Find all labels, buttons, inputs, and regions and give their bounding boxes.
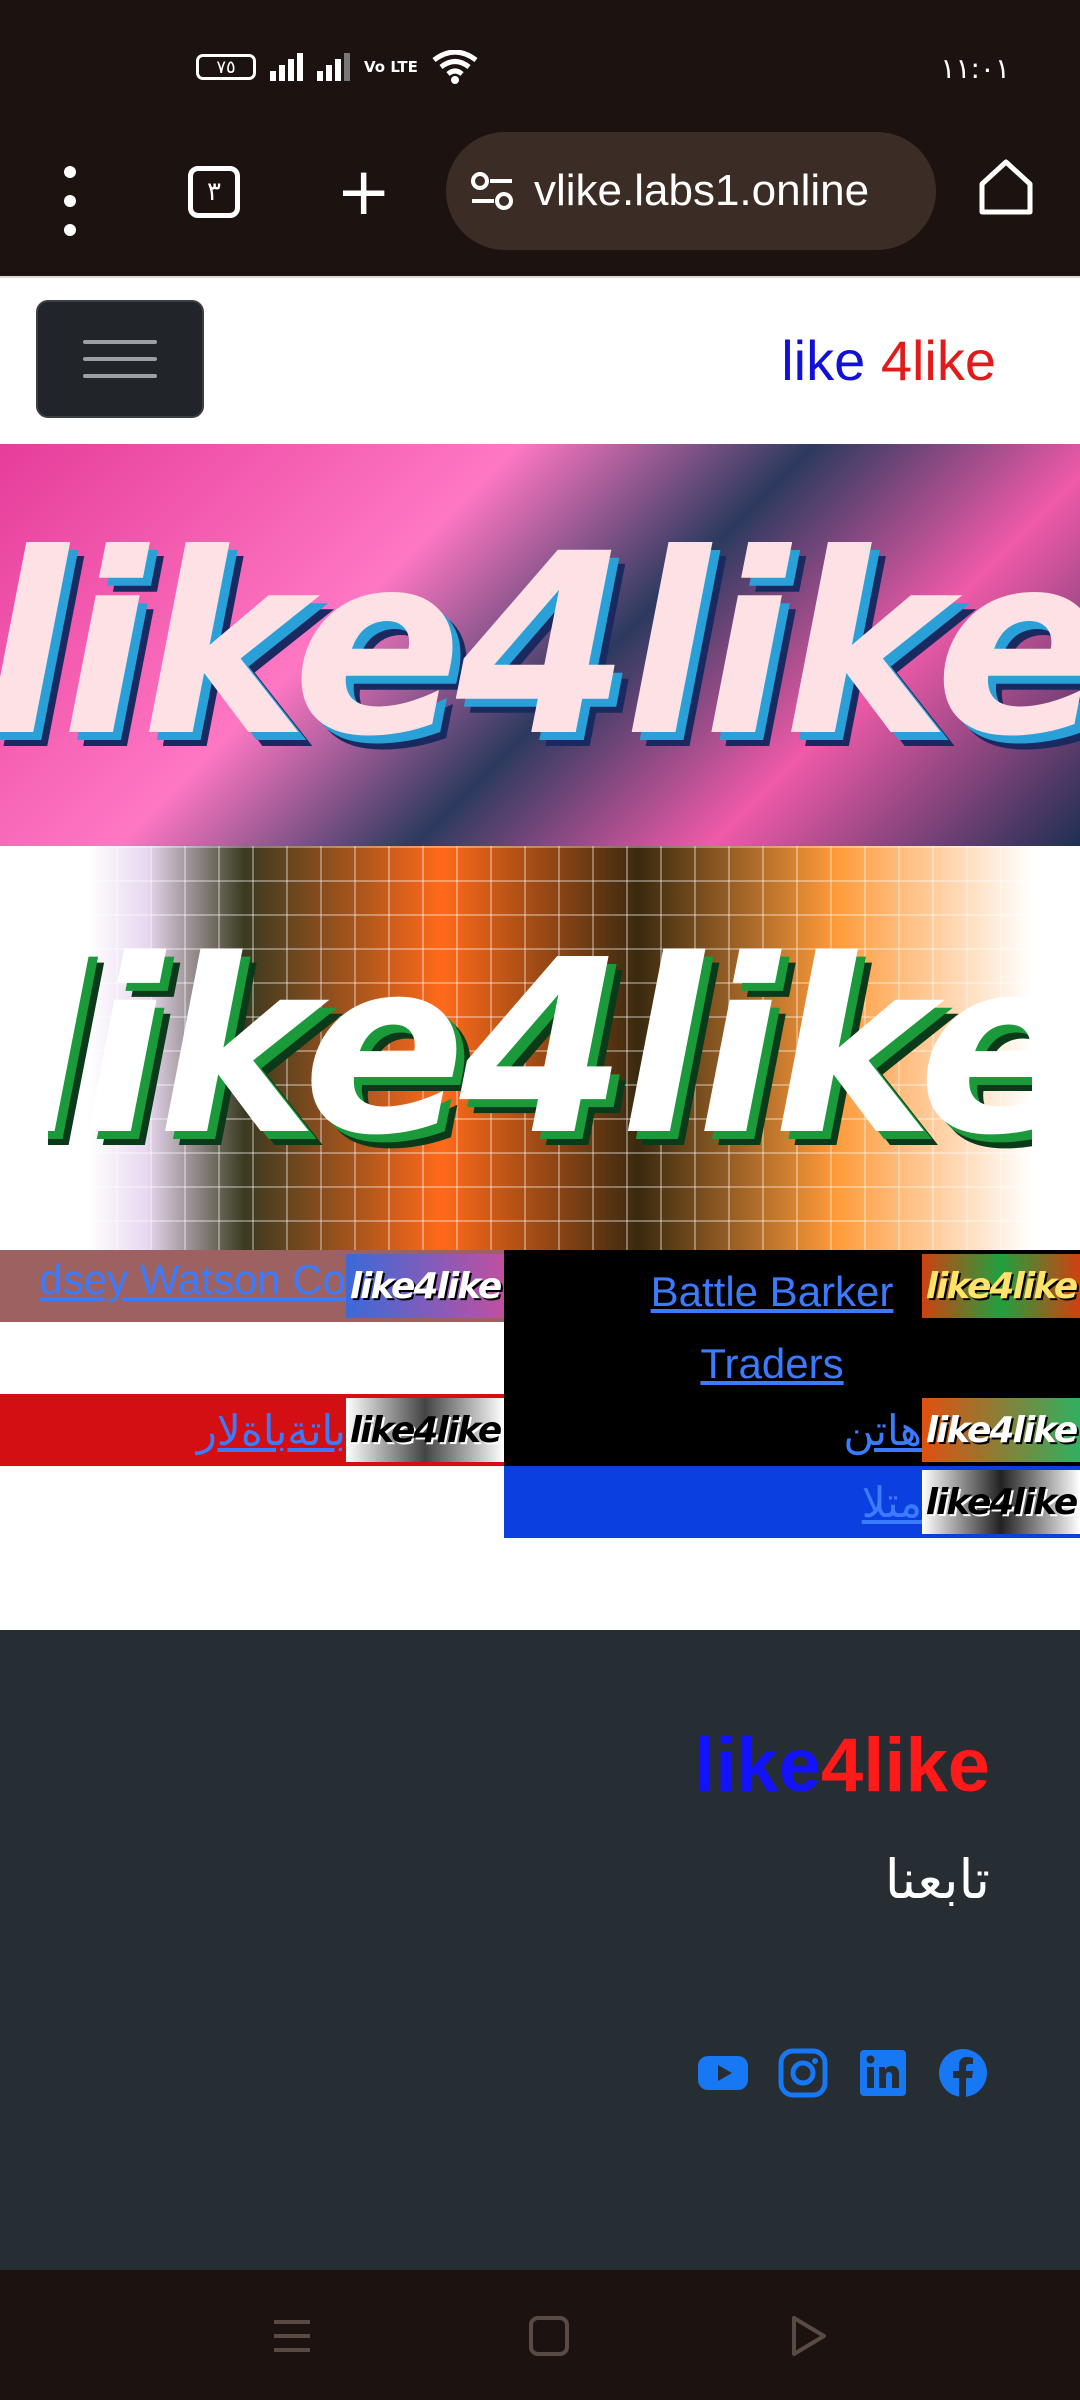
more-options-icon[interactable]	[60, 166, 80, 236]
link-text[interactable]: متلا	[862, 1478, 922, 1527]
social-links	[696, 2046, 990, 2100]
banner-logo-text-2: like4like	[48, 908, 1032, 1188]
link-text[interactable]: Battle Barker Traders	[622, 1256, 922, 1394]
link-card[interactable]: باتةباةلار like4like	[0, 1394, 504, 1466]
new-tab-icon[interactable]: +	[336, 152, 391, 232]
browser-toolbar: ٣ + vlike.labs1.online	[0, 126, 1080, 276]
link-thumbnail: like4like	[922, 1398, 1080, 1462]
signal-icon	[270, 53, 303, 81]
signal-icon-2	[317, 53, 350, 81]
recent-apps-icon[interactable]	[270, 2314, 314, 2358]
link-card[interactable]: dsey Watson Co like4like	[0, 1250, 504, 1322]
link-thumbnail: like4like	[346, 1254, 504, 1318]
back-nav-icon[interactable]	[786, 2314, 830, 2358]
wifi-icon	[432, 50, 478, 84]
brand-part-like: like	[781, 329, 866, 392]
home-icon[interactable]	[976, 156, 1036, 218]
navbar-brand[interactable]: like 4like	[781, 328, 996, 393]
system-navigation-bar	[0, 2270, 1080, 2400]
tab-switcher-button[interactable]: ٣	[188, 166, 240, 218]
link-card[interactable]: متلا like4like	[504, 1466, 1080, 1538]
link-text[interactable]: هاتن	[843, 1406, 922, 1455]
brand-part-4like: 4like	[880, 329, 996, 392]
footer-brand-4like: 4like	[820, 1723, 990, 1808]
battery-icon: ٧٥	[196, 54, 256, 80]
url-text: vlike.labs1.online	[534, 166, 870, 215]
instagram-icon[interactable]	[776, 2046, 830, 2100]
linkedin-icon[interactable]	[856, 2046, 910, 2100]
volte-icon: Vo LTE	[364, 58, 418, 76]
link-card[interactable]: هاتن like4like	[504, 1394, 1080, 1466]
clock: ١١:٠١	[940, 52, 1010, 85]
secondary-banner-image: like4like	[48, 846, 1032, 1250]
facebook-icon[interactable]	[936, 2046, 990, 2100]
link-text[interactable]: dsey Watson Co	[39, 1256, 346, 1304]
status-icons: ٧٥ Vo LTE	[196, 50, 478, 84]
site-navbar: like 4like	[0, 276, 1080, 444]
link-card[interactable]: Battle Barker Traders like4like	[504, 1250, 1080, 1394]
tab-count: ٣	[207, 177, 221, 207]
footer-brand-like: like	[694, 1723, 821, 1808]
link-text[interactable]: باتةباةلار	[197, 1406, 346, 1455]
site-footer: like4like تابعنا	[0, 1630, 1080, 2270]
banner-logo-text: like4like	[0, 499, 1080, 791]
link-grid: dsey Watson Co like4like Battle Barker T…	[0, 1250, 1080, 1540]
battery-level: ٧٥	[216, 56, 236, 78]
link-thumbnail: like4like	[922, 1254, 1080, 1318]
home-nav-icon[interactable]	[527, 2314, 571, 2358]
follow-us-heading: تابعنا	[884, 1848, 990, 1911]
footer-brand: like4like	[694, 1722, 990, 1809]
navbar-toggle-button[interactable]	[36, 300, 204, 418]
status-bar: ٧٥ Vo LTE ١١:٠١	[0, 0, 1080, 126]
site-settings-icon[interactable]	[468, 167, 516, 215]
link-thumbnail: like4like	[346, 1398, 504, 1462]
address-bar[interactable]: vlike.labs1.online	[446, 132, 936, 250]
hero-banner-image: like4like	[0, 444, 1080, 846]
youtube-icon[interactable]	[696, 2046, 750, 2100]
link-thumbnail: like4like	[922, 1470, 1080, 1534]
